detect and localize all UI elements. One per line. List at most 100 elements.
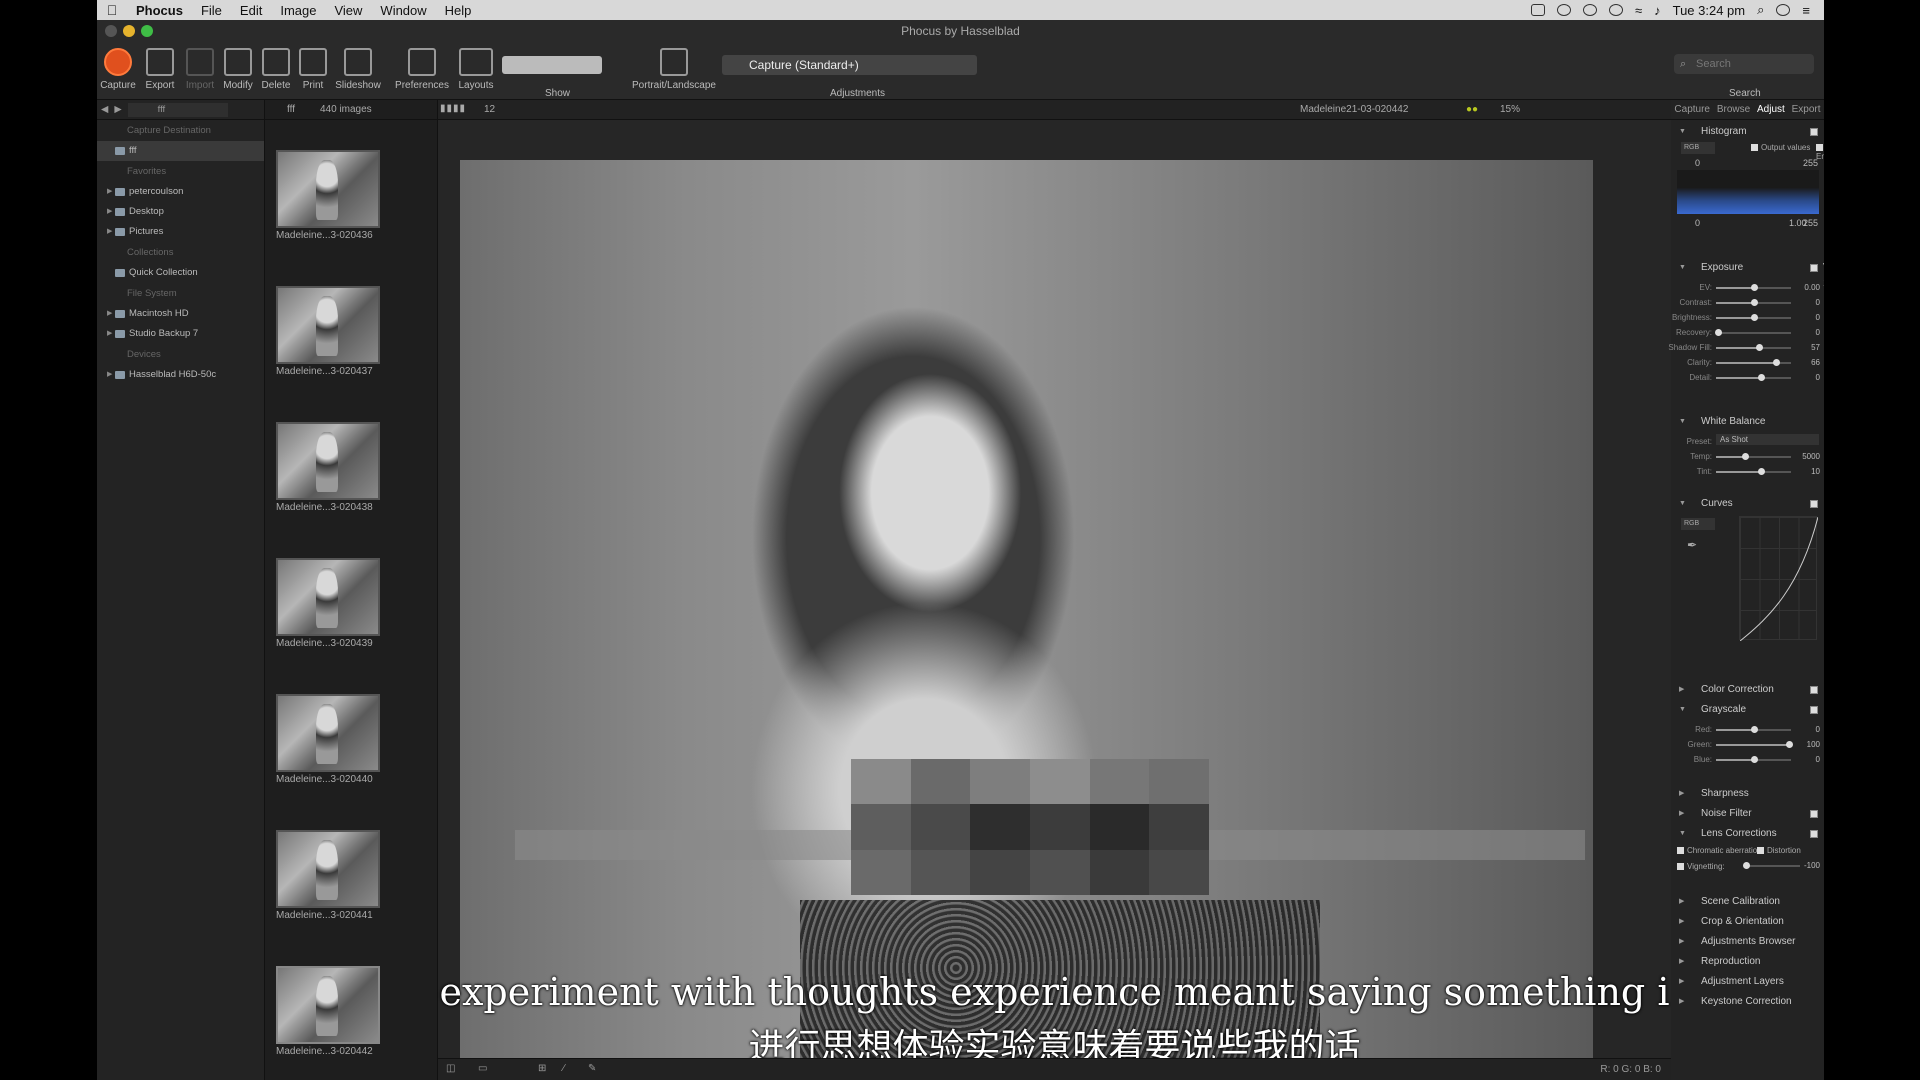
exposure-slider-knob[interactable] <box>1750 299 1758 306</box>
exposure-slider[interactable] <box>1716 284 1791 291</box>
spotlight-icon[interactable]: ⌕ <box>1757 2 1764 18</box>
sidebar-item-pictures[interactable]: ▶ Pictures <box>97 222 264 242</box>
capture-mode-dropdown[interactable]: Capture (Standard+) <box>722 55 977 75</box>
zoom-window-button[interactable] <box>141 25 153 37</box>
single-view-icon[interactable]: ▭ <box>478 1063 487 1074</box>
menu-window[interactable]: Window <box>371 3 435 18</box>
tab-browse[interactable]: Browse <box>1717 104 1750 115</box>
exposure-slider-value[interactable]: 0 <box>1816 325 1820 340</box>
vignetting-slider-knob[interactable] <box>1743 862 1751 869</box>
sharpness-header[interactable]: Sharpness <box>1671 786 1824 802</box>
menu-view[interactable]: View <box>325 3 371 18</box>
exposure-slider-value[interactable]: 0.00 <box>1804 280 1820 295</box>
menu-file[interactable]: File <box>192 3 231 18</box>
sidebar-item-quick-collection[interactable]: Quick Collection <box>97 263 264 283</box>
apple-icon[interactable]:  <box>97 2 127 18</box>
sidebar-item-desktop[interactable]: ▶ Desktop <box>97 202 264 222</box>
time-machine-icon[interactable] <box>1608 4 1623 16</box>
grayscale-slider-value[interactable]: 0 <box>1816 722 1820 737</box>
layouts-button[interactable]: Layouts <box>452 48 500 91</box>
panel-section-crop-orientation[interactable]: Crop & Orientation <box>1671 914 1824 930</box>
preferences-button[interactable]: Preferences <box>393 48 451 91</box>
sidebar-item-fff[interactable]: fff <box>97 141 264 161</box>
panel-section-scene-calibration[interactable]: Scene Calibration <box>1671 894 1824 910</box>
compare-view-icon[interactable]: ◫ <box>446 1063 455 1074</box>
curves-channel-dropdown[interactable]: RGB <box>1681 518 1715 530</box>
thumbnail-item[interactable]: Madeleine...3-020441 <box>276 830 380 921</box>
exposure-slider-knob[interactable] <box>1758 374 1765 381</box>
exposure-slider-knob[interactable] <box>1750 314 1758 321</box>
thumbnail-item[interactable]: Madeleine...3-020437 <box>276 286 380 377</box>
grayscale-slider[interactable] <box>1716 741 1793 748</box>
color-tag-icon[interactable]: ●● <box>1466 104 1478 115</box>
exposure-header[interactable]: ExposureV 1 <box>1671 260 1824 289</box>
tab-capture[interactable]: Capture <box>1674 104 1710 115</box>
grayscale-slider-knob[interactable] <box>1750 726 1758 733</box>
minimize-window-button[interactable] <box>123 25 135 37</box>
panel-section-adjustments-browser[interactable]: Adjustments Browser <box>1671 934 1824 950</box>
close-window-button[interactable] <box>105 25 117 37</box>
panel-section-keystone-correction[interactable]: Keystone Correction <box>1671 994 1824 1010</box>
exposure-slider-value[interactable]: 66 <box>1811 355 1820 370</box>
sidebar-item-macintosh-hd[interactable]: ▶ Macintosh HD <box>97 304 264 324</box>
distortion-checkbox[interactable]: Distortion <box>1757 846 1801 855</box>
cloud-status-icon[interactable] <box>1556 4 1571 16</box>
thumbnail-item[interactable]: Madeleine...3-020439 <box>276 558 380 649</box>
wifi-icon[interactable]: ≈ <box>1635 3 1642 18</box>
exposure-slider[interactable] <box>1716 299 1791 306</box>
white-balance-slider-value[interactable]: 5000 <box>1802 449 1820 464</box>
eyedropper-icon[interactable]: ✒ <box>1687 538 1697 552</box>
sidebar-item-studio-backup[interactable]: ▶ Studio Backup 7 <box>97 324 264 344</box>
grayscale-slider[interactable] <box>1716 726 1791 733</box>
chromatic-aberration-checkbox[interactable]: Chromatic aberration <box>1677 846 1762 855</box>
grayscale-slider[interactable] <box>1716 756 1791 763</box>
curves-graph[interactable] <box>1739 516 1819 642</box>
white-balance-slider-value[interactable]: 10 <box>1811 464 1820 479</box>
thumbnail-item[interactable]: Madeleine...3-020438 <box>276 422 380 513</box>
histogram-mode-dropdown[interactable]: RGB <box>1681 142 1715 154</box>
grayscale-slider-value[interactable]: 0 <box>1816 752 1820 767</box>
white-balance-slider-knob[interactable] <box>1741 453 1749 460</box>
search-input[interactable]: Search <box>1674 54 1814 74</box>
menu-help[interactable]: Help <box>436 3 481 18</box>
exposure-slider-value[interactable]: 57 <box>1811 340 1820 355</box>
user-avatar-icon[interactable] <box>1776 4 1791 16</box>
brush-tool-icon[interactable]: ✎ <box>588 1063 596 1074</box>
vignetting-value[interactable]: -100 <box>1804 858 1820 873</box>
output-values-checkbox[interactable]: Output values <box>1751 143 1810 152</box>
path-dropdown[interactable]: fff <box>127 102 228 117</box>
portrait-landscape-button[interactable]: Portrait/Landscape <box>629 48 719 91</box>
white-balance-slider[interactable] <box>1716 468 1791 475</box>
slideshow-button[interactable]: Slideshow <box>334 48 382 91</box>
exposure-slider-knob[interactable] <box>1773 359 1780 366</box>
thumbnail-item[interactable]: Madeleine...3-020442 <box>276 966 380 1057</box>
color-correction-header[interactable]: Color Correction <box>1671 682 1824 698</box>
grayscale-slider-knob[interactable] <box>1785 741 1793 748</box>
show-toggle[interactable] <box>502 56 602 74</box>
grayscale-slider-value[interactable]: 100 <box>1807 737 1820 752</box>
sidebar-item-petercoulson[interactable]: ▶ petercoulson <box>97 182 264 202</box>
sidebar-item-hasselblad-camera[interactable]: ▶ Hasselblad H6D-50c <box>97 365 264 385</box>
exposure-slider[interactable] <box>1716 344 1791 351</box>
menu-image[interactable]: Image <box>271 3 325 18</box>
white-balance-slider-knob[interactable] <box>1758 468 1765 475</box>
exposure-slider[interactable] <box>1716 374 1791 381</box>
grid-size-icon[interactable]: ▮▮▮▮ <box>440 103 466 114</box>
exposure-slider-value[interactable]: 0 <box>1816 310 1820 325</box>
exposure-slider-knob[interactable] <box>1750 284 1758 291</box>
vignetting-slider[interactable] <box>1743 862 1800 869</box>
main-photo[interactable] <box>460 160 1593 1060</box>
menu-app[interactable]: Phocus <box>127 3 192 18</box>
panel-section-reproduction[interactable]: Reproduction <box>1671 954 1824 970</box>
straighten-tool-icon[interactable]: ∕ <box>563 1063 565 1074</box>
lens-corrections-header[interactable]: Lens Corrections <box>1671 826 1824 842</box>
exposure-slider[interactable] <box>1716 314 1791 321</box>
exposure-slider-value[interactable]: 0 <box>1816 295 1820 310</box>
notification-center-icon[interactable]: ≡ <box>1802 3 1810 18</box>
exposure-slider-value[interactable]: 0 <box>1816 370 1820 385</box>
thumbnail-item[interactable]: Madeleine...3-020440 <box>276 694 380 785</box>
exposure-slider[interactable] <box>1716 359 1791 366</box>
camera-status-icon[interactable] <box>1530 4 1545 16</box>
curves-header[interactable]: Curves <box>1671 496 1824 512</box>
wb-preset-dropdown[interactable]: As Shot <box>1716 434 1819 445</box>
